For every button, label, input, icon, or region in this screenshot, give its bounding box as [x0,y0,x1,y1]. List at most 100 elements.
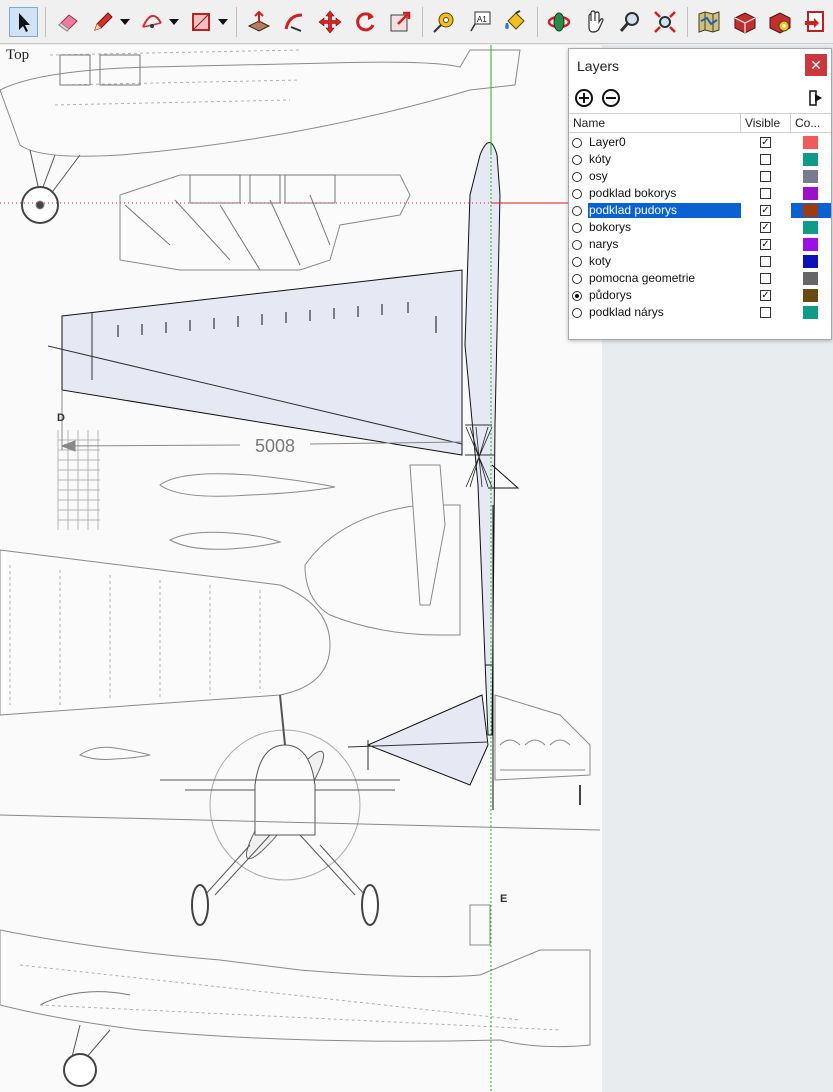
send-to-layout-button[interactable] [801,7,830,37]
extension-box-icon [734,11,756,34]
model-wing [47,269,463,456]
visible-checkbox[interactable] [760,256,771,267]
visible-checkbox[interactable]: ✓ [760,239,771,250]
column-name[interactable]: Name [569,114,741,132]
hand-icon [587,9,604,33]
background-plans [0,49,601,1087]
layer-name: podklad pudorys [588,203,741,218]
active-layer-radio[interactable] [572,307,582,318]
toolbar: A1 [0,0,833,44]
extension-warehouse-button[interactable] [730,7,759,37]
zoom-extents-tool-button[interactable] [650,7,679,37]
delete-layer-button[interactable] [602,89,620,107]
move-tool-button[interactable] [315,7,344,37]
layer-color-swatch[interactable] [803,272,818,285]
layer-color-swatch[interactable] [803,170,818,183]
layout-page-icon [805,10,825,32]
layer-color-swatch[interactable] [803,136,818,149]
visible-checkbox[interactable] [760,171,771,182]
visible-checkbox[interactable]: ✓ [760,222,771,233]
column-color[interactable]: Co... [791,114,831,132]
layer-row[interactable]: osy [569,168,831,185]
layer-color-swatch[interactable] [803,187,818,200]
active-layer-radio[interactable] [572,205,582,216]
model-fuselage-outline [464,142,501,736]
visible-checkbox[interactable]: ✓ [760,290,771,301]
select-tool-button[interactable] [9,6,39,37]
view-name-label: Top [6,47,30,63]
layers-panel-title: Layers [577,58,620,74]
visible-checkbox[interactable] [760,154,771,165]
active-layer-radio[interactable] [572,171,582,182]
pencil-dropdown[interactable] [119,7,131,37]
rectangle-tool-button[interactable] [186,7,215,37]
layers-table-header: Name Visible Co... [569,113,831,133]
layer-color-swatch[interactable] [803,204,818,217]
orbit-tool-button[interactable] [545,7,574,37]
active-layer-radio[interactable] [572,188,582,199]
layer-color-swatch[interactable] [803,238,818,251]
layer-row[interactable]: narys ✓ [569,236,831,253]
active-layer-radio[interactable] [572,273,582,284]
toolbar-separator [421,6,423,37]
visible-checkbox[interactable] [760,307,771,318]
layer-name: podklad nárys [589,305,664,319]
arc-dropdown[interactable] [168,7,180,37]
active-layer-radio[interactable] [572,290,582,301]
magnifier-icon [619,11,639,32]
tape-measure-tool-button[interactable] [430,7,459,37]
layer-color-swatch[interactable] [803,221,818,234]
pencil-tool-button[interactable] [89,7,118,37]
plan-marker-d: D [57,412,65,424]
layer-row[interactable]: podklad nárys [569,304,831,321]
layer-color-swatch[interactable] [803,153,818,166]
toolbar-separator [536,6,538,37]
plan-side-fuselage-bottom [0,929,591,1048]
orbit-icon [547,12,571,31]
layer-name: podklad bokorys [589,186,677,200]
pan-tool-button[interactable] [580,7,609,37]
zoom-tool-button[interactable] [615,7,644,37]
layer-row[interactable]: půdorys ✓ [569,287,831,304]
plan-side-fuselage-top [0,49,521,157]
arc-tool-button[interactable] [138,7,167,37]
active-layer-radio[interactable] [572,239,582,250]
layer-color-swatch[interactable] [803,255,818,268]
layers-panel: Layers ✕ Name Visible Co... Layer0 ✓ kóty o… [568,48,832,340]
active-layer-radio[interactable] [572,137,582,148]
layer-row[interactable]: kóty [569,151,831,168]
active-layer-radio[interactable] [572,256,582,267]
eraser-tool-button[interactable] [53,7,82,37]
layer-row[interactable]: podklad bokorys [569,185,831,202]
layer-row[interactable]: Layer0 ✓ [569,134,831,151]
shape-dropdown[interactable] [217,7,229,37]
layer-row[interactable]: koty [569,253,831,270]
visible-checkbox[interactable]: ✓ [760,205,771,216]
scale-tool-button[interactable] [386,7,415,37]
visible-checkbox[interactable]: ✓ [760,137,771,148]
extension-manager-button[interactable] [765,7,794,37]
visible-checkbox[interactable] [760,188,771,199]
rotate-tool-button[interactable] [350,7,379,37]
details-arrow-icon[interactable] [809,89,823,107]
close-icon[interactable]: ✕ [805,54,827,76]
layer-row[interactable]: podklad pudorys ✓ [569,202,831,219]
paint-bucket-tool-button[interactable] [500,7,529,37]
push-pull-tool-button[interactable] [244,7,273,37]
column-visible[interactable]: Visible [741,114,791,132]
3d-warehouse-button[interactable] [695,7,724,37]
text-tool-button[interactable]: A1 [465,7,494,37]
text-label-icon: A1 [470,11,491,31]
active-layer-radio[interactable] [572,222,582,233]
add-layer-button[interactable] [575,89,593,107]
layer-color-swatch[interactable] [803,306,818,319]
plan-airfoil-1 [159,473,336,497]
layer-color-swatch[interactable] [803,289,818,302]
follow-me-icon [284,13,303,32]
layer-row[interactable]: pomocna geometrie [569,270,831,287]
visible-checkbox[interactable] [760,273,771,284]
active-layer-radio[interactable] [572,154,582,165]
follow-me-tool-button[interactable] [280,7,309,37]
plan-outer-wing [0,549,331,716]
layer-row[interactable]: bokorys ✓ [569,219,831,236]
